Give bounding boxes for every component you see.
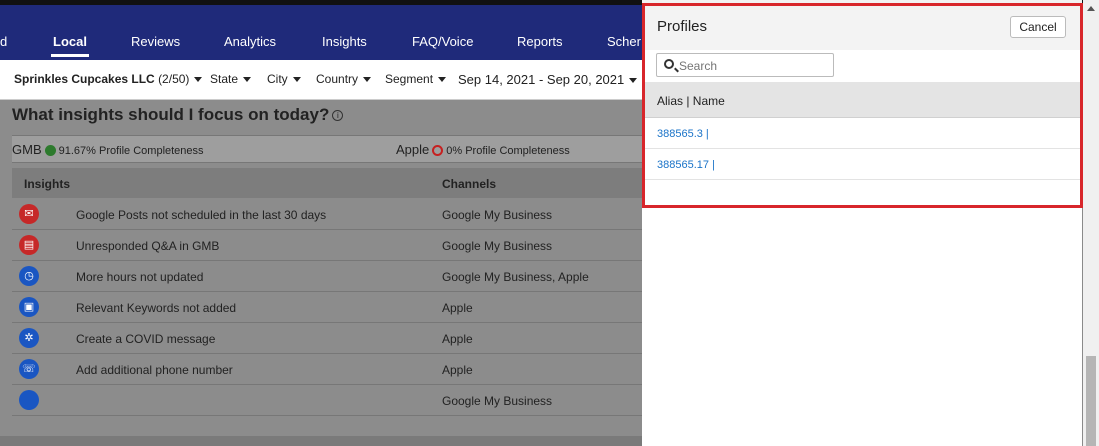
- segment-filter[interactable]: Segment: [385, 72, 447, 86]
- keyword-icon: ▣: [19, 297, 39, 317]
- list-item[interactable]: 388565.3 |: [642, 118, 1082, 149]
- col-insights: Insights: [24, 177, 71, 191]
- table-row[interactable]: ☏ Add additional phone number Apple: [12, 354, 642, 385]
- state-label: State: [210, 72, 239, 86]
- date-range-filter[interactable]: Sep 14, 2021 - Sep 20, 2021: [458, 72, 638, 87]
- apple-completeness: Apple 0% Profile Completeness: [396, 142, 570, 157]
- heading-text: What insights should I focus on today?: [12, 105, 330, 124]
- account-name: Sprinkles Cupcakes LLC: [14, 72, 155, 86]
- table-row[interactable]: ◷ More hours not updated Google My Busin…: [12, 261, 642, 292]
- profile-completeness-row: GMB 91.67% Profile Completeness Apple 0% P…: [12, 135, 652, 163]
- table-row[interactable]: ✲ Create a COVID message Apple: [12, 323, 642, 354]
- nav-item-faq-voice[interactable]: FAQ/Voice: [412, 34, 473, 49]
- info-icon[interactable]: i: [332, 110, 344, 122]
- insight-text: Create a COVID message: [76, 332, 216, 346]
- gmb-label: GMB: [12, 142, 42, 157]
- apple-label: Apple: [396, 142, 430, 157]
- scroll-up-icon[interactable]: [1087, 6, 1095, 11]
- profiles-panel-title: Profiles: [657, 18, 708, 35]
- table-row[interactable]: Google My Business: [12, 385, 642, 416]
- chevron-down-icon: [363, 77, 372, 83]
- table-row[interactable]: ▣ Relevant Keywords not added Apple: [12, 292, 642, 323]
- alias-name-header: Alias | Name: [657, 94, 725, 108]
- city-label: City: [267, 72, 288, 86]
- profile-link[interactable]: 388565.3 |: [657, 128, 709, 140]
- search-input[interactable]: [679, 57, 829, 75]
- chevron-down-icon: [292, 77, 301, 83]
- virus-icon: ✲: [19, 328, 39, 348]
- apple-completeness-value: 0% Profile Completeness: [446, 145, 570, 157]
- nav-item-partial[interactable]: d: [0, 34, 7, 49]
- profile-link[interactable]: 388565.17 |: [657, 159, 715, 171]
- nav-item-reports[interactable]: Reports: [517, 34, 563, 49]
- insight-channel: Google My Business: [442, 239, 553, 253]
- insight-channel: Google My Business: [442, 208, 553, 222]
- nav-item-reviews[interactable]: Reviews: [131, 34, 180, 49]
- insights-content: What insights should I focus on today? i …: [0, 100, 652, 446]
- chevron-down-icon: [194, 77, 203, 83]
- account-filter[interactable]: Sprinkles Cupcakes LLC (2/50): [14, 72, 203, 86]
- insights-table-header: Insights Channels: [12, 168, 642, 198]
- account-count: (2/50): [158, 72, 190, 86]
- cancel-button[interactable]: Cancel: [1010, 16, 1066, 38]
- country-label: Country: [316, 72, 359, 86]
- city-filter[interactable]: City: [267, 72, 301, 86]
- gmb-completeness: GMB 91.67% Profile Completeness: [12, 142, 204, 157]
- search-icon: [664, 59, 674, 69]
- insight-channel: Google My Business: [442, 394, 553, 408]
- insight-channel: Apple: [442, 301, 473, 315]
- search-box[interactable]: [656, 53, 834, 77]
- chevron-down-icon: [438, 77, 447, 83]
- gmb-completeness-value: 91.67% Profile Completeness: [58, 145, 204, 157]
- profiles-column-header: Alias | Name: [642, 82, 1082, 118]
- insight-channel: Google My Business, Apple: [442, 270, 589, 284]
- profiles-search-area: [642, 50, 1082, 82]
- nav-item-local[interactable]: Local: [51, 34, 89, 57]
- table-row[interactable]: ▤ Unresponded Q&A in GMB Google My Busin…: [12, 230, 642, 261]
- gmb-status-icon: [44, 145, 56, 157]
- insight-text: Add additional phone number: [76, 363, 233, 377]
- segment-label: Segment: [385, 72, 434, 86]
- clock-icon: ◷: [19, 266, 39, 286]
- blank-icon: [19, 390, 39, 410]
- nav-item-schedule[interactable]: Scher: [607, 34, 641, 49]
- apple-status-icon: [432, 145, 444, 157]
- chevron-down-icon: [629, 78, 638, 84]
- chevron-down-icon: [243, 77, 252, 83]
- insight-channel: Apple: [442, 332, 473, 346]
- date-range-label: Sep 14, 2021 - Sep 20, 2021: [458, 72, 625, 87]
- mail-icon: ✉: [19, 204, 39, 224]
- profiles-panel: Profiles Cancel Alias | Name 388565.3 | …: [642, 0, 1082, 446]
- table-row[interactable]: ✉ Google Posts not scheduled in the last…: [12, 199, 642, 230]
- list-item[interactable]: 388565.17 |: [642, 149, 1082, 180]
- chat-icon: ▤: [19, 235, 39, 255]
- insight-text: Unresponded Q&A in GMB: [76, 239, 220, 253]
- nav-item-analytics[interactable]: Analytics: [224, 34, 276, 49]
- state-filter[interactable]: State: [210, 72, 252, 86]
- content-footer-band: [0, 436, 642, 446]
- nav-item-insights[interactable]: Insights: [322, 34, 367, 49]
- profiles-panel-header: Profiles Cancel: [642, 0, 1082, 50]
- phone-icon: ☏: [19, 359, 39, 379]
- insight-text: Google Posts not scheduled in the last 3…: [76, 208, 327, 222]
- scrollbar-thumb[interactable]: [1086, 356, 1096, 446]
- insight-text: Relevant Keywords not added: [76, 301, 237, 315]
- insight-text: More hours not updated: [76, 270, 204, 284]
- col-channels: Channels: [442, 177, 497, 191]
- page-title: What insights should I focus on today? i: [12, 105, 344, 125]
- scrollbar[interactable]: [1083, 0, 1099, 446]
- insight-channel: Apple: [442, 363, 473, 377]
- country-filter[interactable]: Country: [316, 72, 372, 86]
